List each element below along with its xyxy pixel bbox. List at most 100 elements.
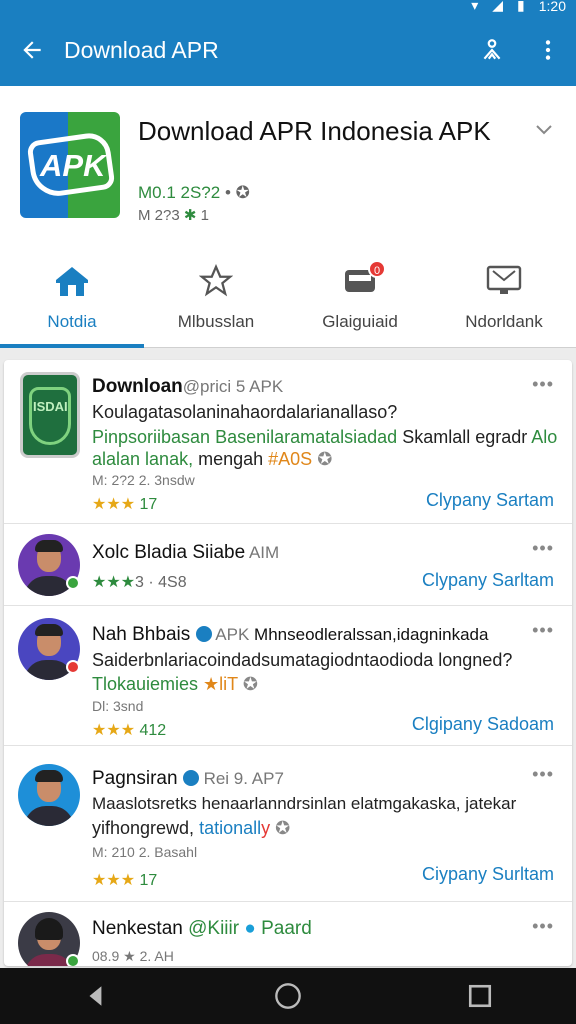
- rating-count: 17: [139, 496, 158, 513]
- item-text-part: longned?: [438, 650, 513, 670]
- avatar-hair: [35, 624, 63, 636]
- online-indicator: [66, 576, 80, 590]
- logo-shield: [29, 387, 71, 445]
- stars: ★★★: [92, 872, 136, 889]
- item-text-part: yifhongrewd,: [92, 818, 200, 838]
- item-text: Saiderbnlariacoindadsumatagiodntaodioda …: [92, 650, 512, 671]
- app-bar: Download APR: [0, 14, 576, 86]
- online-indicator: [66, 660, 80, 674]
- item-action-link[interactable]: Clypany Sartam: [426, 490, 554, 511]
- item-highlight: Paard: [255, 918, 312, 939]
- item-meta: Dl: 3snd: [92, 698, 144, 714]
- avatar-hair: [35, 540, 63, 552]
- item-action-link[interactable]: Clypany Sarltam: [422, 570, 554, 591]
- app-title: Download APR Indonesia APK: [138, 116, 491, 146]
- version-text: M0.1 2S?2: [138, 183, 221, 202]
- item-title: Pagnsiran Rei 9. AP7: [92, 768, 284, 790]
- list-item[interactable]: ISDAI Downloan@prici 5 APK ••• Koulagata…: [4, 360, 572, 524]
- rating-count: 3 · 4S8: [135, 574, 187, 591]
- item-tag: ★liT: [198, 674, 238, 694]
- more-options-button[interactable]: •••: [532, 916, 554, 937]
- item-action-link[interactable]: Ciypany Surltam: [422, 864, 554, 885]
- item-title: Downloan@prici 5 APK: [92, 376, 283, 398]
- more-options-button[interactable]: •••: [532, 374, 554, 395]
- item-text-3: alalan lanak, mengah #A0S ✪: [92, 449, 332, 470]
- meta-text: M 2?3: [138, 207, 180, 224]
- home-nav-button[interactable]: [274, 982, 302, 1010]
- item-highlight: Tlokauiemies: [92, 674, 199, 694]
- item-logo: ISDAI: [20, 372, 80, 458]
- back-button[interactable]: [0, 37, 64, 63]
- item-text-2: yifhongrewd, tationally ✪: [92, 818, 290, 839]
- review-list: ISDAI Downloan@prici 5 APK ••• Koulagata…: [4, 360, 572, 966]
- more-options-button[interactable]: •••: [532, 764, 554, 785]
- item-title: Nah Bhbais APK Mhnseodleralssan,idagnink…: [92, 624, 488, 646]
- item-text-part: Saiderbnlariacoindadsumatagiodntaodioda: [92, 650, 439, 670]
- avatar-hair: [35, 918, 63, 940]
- list-item[interactable]: Nenkestan @Kiiir ● Paard ••• 08.9 ★ 2. A…: [4, 902, 572, 966]
- stars: ★★★: [92, 574, 136, 591]
- avatar-body: [24, 806, 74, 826]
- notification-badge: 0: [368, 260, 386, 278]
- tab-label: Notdia: [47, 312, 97, 331]
- item-title: Nenkestan @Kiiir ● Paard: [92, 918, 312, 940]
- item-meta: M: 210 2. Basahl: [92, 844, 198, 860]
- award-icon: ✱: [183, 207, 197, 224]
- system-nav-bar: [0, 968, 576, 1024]
- item-highlight: @Kiiir: [182, 918, 245, 939]
- item-text-part: Mhnseodleralssan,idagninkada: [249, 625, 489, 644]
- expand-button[interactable]: [532, 118, 556, 147]
- item-highlight: tationall: [199, 818, 262, 838]
- item-subtitle: @prici 5 APK: [182, 377, 284, 396]
- list-item[interactable]: Pagnsiran Rei 9. AP7 ••• Maaslotsretks h…: [4, 746, 572, 902]
- info-icon: ✪: [317, 449, 333, 469]
- item-tag: #A0S: [268, 449, 313, 469]
- tab-ndorldank[interactable]: Ndorldank: [432, 256, 576, 348]
- item-text-2: Tlokauiemies ★liT ✪: [92, 674, 258, 695]
- app-meta: M 2?3 ✱ 1: [138, 206, 209, 224]
- verified-icon: [182, 770, 199, 786]
- item-action-link[interactable]: Clgipany Sadoam: [412, 714, 554, 735]
- star-icon: [199, 264, 233, 297]
- item-subtitle: AIM: [245, 543, 280, 562]
- tab-label: Glaiguiaid: [322, 312, 398, 331]
- tab-label: Ndorldank: [465, 312, 543, 331]
- item-title: Xolc Bladia Siiabe AIM: [92, 542, 279, 564]
- share-button[interactable]: [464, 37, 520, 63]
- overflow-menu-button[interactable]: [520, 37, 576, 63]
- info-icon: ✪: [242, 674, 258, 694]
- rating-count: 412: [139, 722, 167, 739]
- item-name: Xolc Bladia Siiabe: [92, 542, 246, 563]
- more-options-button[interactable]: •••: [532, 620, 554, 641]
- rating-stars: ★★★ 17: [92, 494, 157, 514]
- app-logo: APK: [20, 112, 120, 218]
- info-icon: ✪: [235, 183, 250, 202]
- item-text-part: mengah: [193, 449, 269, 469]
- rating-stars: ★★★ 17: [92, 870, 157, 890]
- wifi-icon: ▾: [471, 0, 479, 13]
- back-nav-button[interactable]: [83, 983, 109, 1009]
- stars: ★★★: [92, 496, 136, 513]
- list-item[interactable]: Nah Bhbais APK Mhnseodleralssan,idagnink…: [4, 606, 572, 746]
- app-header: APK Download APR Indonesia APK M0.1 2S?2…: [0, 86, 576, 348]
- item-highlight: Alo: [527, 427, 558, 447]
- home-icon: [56, 267, 88, 296]
- status-bar: ▾ ◢ ▮ 1:20: [0, 0, 576, 14]
- item-meta: M: 2?2 2. 3nsdw: [92, 472, 195, 488]
- tab-glaiguiaid[interactable]: 0 Glaiguiaid: [288, 256, 432, 348]
- recents-nav-button[interactable]: [467, 983, 493, 1009]
- list-item[interactable]: Xolc Bladia Siiabe AIM ••• ★★★3 · 4S8 Cl…: [4, 524, 572, 606]
- item-text: Maaslotsretks henaarlanndrsinlan elatmga…: [92, 794, 517, 813]
- tab-mlbusslan[interactable]: Mlbusslan: [144, 256, 288, 348]
- avatar: [18, 764, 80, 826]
- more-options-button[interactable]: •••: [532, 538, 554, 559]
- chevron-down-icon: [536, 125, 552, 135]
- signal-icon: ◢: [492, 0, 504, 13]
- rating-stars: ★★★ 412: [92, 720, 166, 740]
- clock: 1:20: [538, 0, 566, 14]
- item-highlight: Pinpsoriibasan Basenilaramatalsiadad: [92, 427, 398, 447]
- stars: ★★★: [92, 722, 136, 739]
- battery-icon: ▮: [517, 0, 525, 13]
- tab-notdia[interactable]: Notdia: [0, 256, 144, 348]
- item-highlight: alalan lanak,: [92, 449, 194, 469]
